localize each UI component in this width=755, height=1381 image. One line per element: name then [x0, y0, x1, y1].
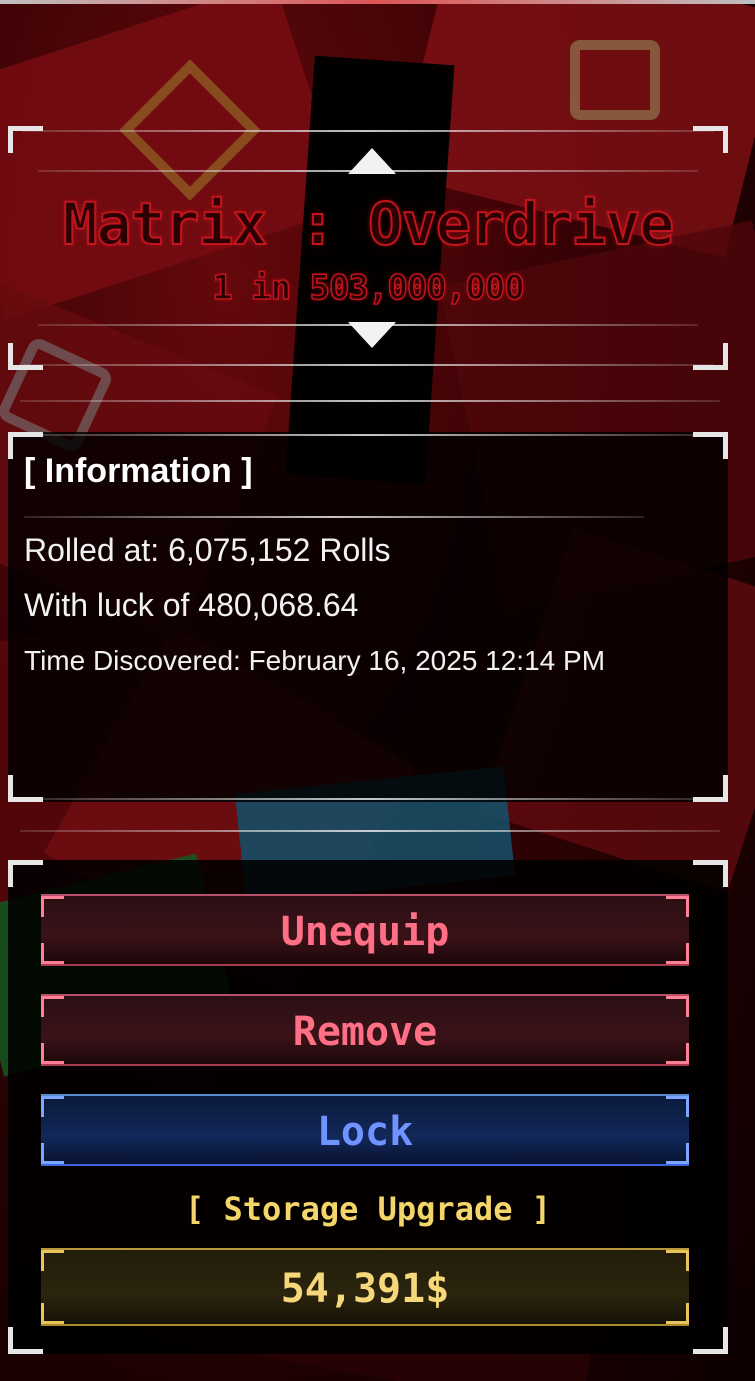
arrow-up-icon[interactable] [348, 148, 396, 174]
button-corner [666, 896, 689, 917]
time-discovered-text: Time Discovered: February 16, 2025 12:14… [24, 645, 606, 676]
information-heading: [ Information ] [24, 452, 253, 490]
button-corner [41, 1250, 64, 1271]
storage-upgrade-label: [ Storage Upgrade ] [184, 1190, 552, 1228]
button-corner [41, 1096, 64, 1117]
button-corner [666, 996, 689, 1017]
frame-line [22, 364, 714, 366]
button-corner [41, 943, 64, 964]
button-corner [666, 1250, 689, 1271]
button-corner [41, 1143, 64, 1164]
frame-corner [8, 1327, 43, 1354]
frame-corner [8, 860, 43, 887]
storage-upgrade-button[interactable]: 54,391$ [41, 1248, 689, 1326]
remove-button[interactable]: Remove [41, 994, 689, 1066]
frame-line [22, 130, 714, 132]
heading-underline [24, 516, 644, 518]
button-corner [41, 1043, 64, 1064]
actions-panel: Unequip Remove Lock [ Storage Upgrade ] … [8, 860, 728, 1354]
button-corner [666, 1143, 689, 1164]
button-corner [666, 1096, 689, 1117]
divider [20, 830, 720, 832]
unequip-button[interactable]: Unequip [41, 894, 689, 966]
frame-corner [693, 432, 728, 459]
button-corner [666, 1043, 689, 1064]
divider [20, 400, 720, 402]
aura-title-panel: Matrix : Overdrive 1 in 503,000,000 [8, 126, 728, 370]
button-corner [666, 1303, 689, 1324]
arrow-down-icon[interactable] [348, 322, 396, 348]
button-corner [41, 896, 64, 917]
frame-corner [693, 1327, 728, 1354]
lock-label: Lock [316, 1109, 414, 1155]
button-corner [41, 996, 64, 1017]
aura-chance: 1 in 503,000,000 [211, 267, 525, 309]
button-corner [666, 943, 689, 964]
unequip-label: Unequip [280, 909, 450, 955]
button-corner [41, 1303, 64, 1324]
rolled-at-text: Rolled at: 6,075,152 Rolls [24, 532, 391, 568]
information-panel: [ Information ] Rolled at: 6,075,152 Rol… [8, 432, 728, 802]
frame-line [22, 798, 714, 800]
lock-button[interactable]: Lock [41, 1094, 689, 1166]
remove-label: Remove [292, 1009, 438, 1055]
aura-name: Matrix : Overdrive [62, 189, 676, 259]
top-edge [0, 0, 755, 4]
storage-upgrade-price: 54,391$ [280, 1266, 450, 1312]
luck-text: With luck of 480,068.64 [24, 587, 359, 623]
frame-corner [693, 860, 728, 887]
frame-line [22, 434, 714, 436]
